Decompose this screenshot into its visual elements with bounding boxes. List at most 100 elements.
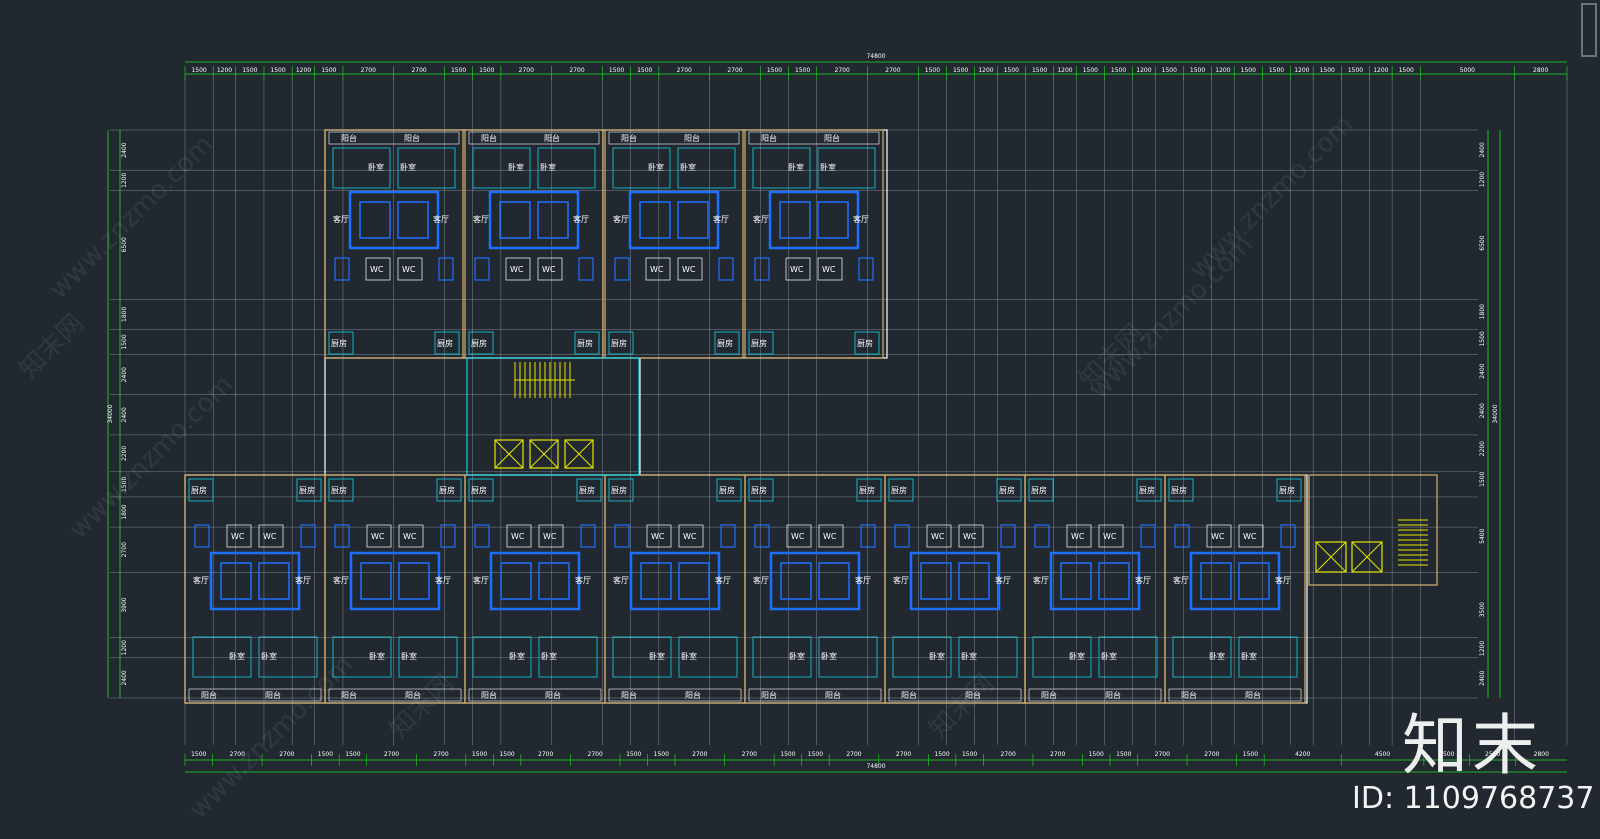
room-label-bedroom: 卧室 <box>789 651 805 661</box>
room-label-bedroom: 卧室 <box>821 651 837 661</box>
dim-bottom-segment: 2700 <box>1001 751 1016 758</box>
unit-wall <box>464 474 606 704</box>
dining-table <box>614 524 630 548</box>
room-label-bedroom: 卧室 <box>508 162 524 172</box>
watermark-text: www.znzmo.com <box>64 370 239 545</box>
dining-table <box>474 257 490 281</box>
dim-bottom-segment: 1500 <box>318 751 333 758</box>
apartment-unit: 阳台 阳台卧室 卧室客厅 客厅WC WC厨房 厨房 <box>1024 474 1166 704</box>
dim-top-segment: 1500 <box>1083 67 1098 74</box>
room-label-wc: WC <box>1211 532 1225 541</box>
dining-table <box>580 524 596 548</box>
living-furniture <box>348 190 440 250</box>
room-label-living: 客厅 <box>893 575 909 585</box>
room-label-kitchen: 厨房 <box>577 338 593 348</box>
room-label-kitchen: 厨房 <box>471 338 487 348</box>
dim-right-segment: 6500 <box>1479 235 1486 250</box>
dim-left-segment: 2400 <box>121 407 128 422</box>
dim-right-segment: 2200 <box>1479 441 1486 456</box>
dim-overall-top: 74800 <box>866 53 885 60</box>
dining-table <box>894 524 910 548</box>
sofa-icon <box>817 201 849 239</box>
room-label-living: 客厅 <box>573 214 589 224</box>
dim-left-segment: 3900 <box>121 597 128 612</box>
apartment-units: 阳台 阳台卧室 卧室客厅 客厅WC WC厨房 厨房阳台 阳台卧室 卧室客厅 客厅WC WC厨房 厨房… <box>184 129 1306 704</box>
dining-table <box>440 524 456 548</box>
room-label-wc: WC <box>682 265 696 274</box>
dim-top-segment: 1500 <box>1241 67 1256 74</box>
room-label-living: 客厅 <box>333 214 349 224</box>
room-label-balcony: 阳台 <box>761 690 777 700</box>
dim-bottom-segment: 2700 <box>588 751 603 758</box>
apartment-unit: 阳台 阳台卧室 卧室客厅 客厅WC WC厨房 厨房 <box>744 129 884 359</box>
dim-top-segment: 2700 <box>361 67 376 74</box>
room-label-wc: WC <box>931 532 945 541</box>
room-label-balcony: 阳台 <box>621 690 637 700</box>
room-label-kitchen: 厨房 <box>751 485 767 495</box>
room-label-balcony: 阳台 <box>621 133 637 143</box>
room-label-living: 客厅 <box>435 575 451 585</box>
dim-bottom-segment: 2700 <box>1155 751 1170 758</box>
dim-top-segment: 1200 <box>1136 67 1151 74</box>
apartment-unit: 阳台 阳台卧室 卧室客厅 客厅WC WC厨房 厨房 <box>604 129 744 359</box>
dim-left-total: 34000 <box>107 404 114 423</box>
dim-bottom-segment: 2700 <box>538 751 553 758</box>
dim-top-segment: 1500 <box>1004 67 1019 74</box>
room-label-kitchen: 厨房 <box>1031 485 1047 495</box>
room-label-balcony: 阳台 <box>824 133 840 143</box>
dim-bottom-segment: 2700 <box>279 751 294 758</box>
room-label-bedroom: 卧室 <box>820 162 836 172</box>
dim-bottom-segment: 1500 <box>962 751 977 758</box>
sofa-icon <box>640 562 672 600</box>
dining-table <box>1000 524 1016 548</box>
dim-bottom-segment: 1500 <box>1243 751 1258 758</box>
room-label-living: 客厅 <box>613 575 629 585</box>
room-label-kitchen: 厨房 <box>1171 485 1187 495</box>
sofa-icon <box>398 562 430 600</box>
living-furniture <box>768 190 860 250</box>
room-label-kitchen: 厨房 <box>751 338 767 348</box>
dim-right-segment: 1200 <box>1479 641 1486 656</box>
dim-right-segment: 1200 <box>1479 172 1486 187</box>
dim-top-segment: 1500 <box>242 67 257 74</box>
elevator-car <box>564 439 594 469</box>
room-label-kitchen: 厨房 <box>331 338 347 348</box>
room-label-wc: WC <box>371 532 385 541</box>
watermark-cn: 知末网 <box>924 669 1000 745</box>
room-label-wc: WC <box>370 265 384 274</box>
room-label-kitchen: 厨房 <box>331 485 347 495</box>
sofa-icon <box>500 562 532 600</box>
dim-top-segment: 1500 <box>1320 67 1335 74</box>
room-label-wc: WC <box>1103 532 1117 541</box>
dim-right-segment: 2400 <box>1479 142 1486 157</box>
living-furniture <box>488 190 580 250</box>
sofa-icon <box>397 201 429 239</box>
dim-left-segment: 2400 <box>121 142 128 157</box>
building-outline <box>184 129 1308 704</box>
dim-right-segment: 1500 <box>1479 471 1486 486</box>
dim-bottom-segment: 2700 <box>1050 751 1065 758</box>
room-label-balcony: 阳台 <box>1041 690 1057 700</box>
room-label-wc: WC <box>403 532 417 541</box>
room-label-wc: WC <box>823 532 837 541</box>
room-label-wc: WC <box>963 532 977 541</box>
elevator-car <box>529 439 559 469</box>
dim-top-segment: 1500 <box>609 67 624 74</box>
dim-top-segment: 1200 <box>1294 67 1309 74</box>
room-label-bedroom: 卧室 <box>368 162 384 172</box>
dining-table <box>1174 524 1190 548</box>
unit-wall <box>744 129 884 359</box>
room-label-living: 客厅 <box>433 214 449 224</box>
room-label-bedroom: 卧室 <box>400 162 416 172</box>
watermark-cn: 知末网 <box>384 669 460 745</box>
dim-left-segment: 2400 <box>121 670 128 685</box>
dim-right-segment: 1500 <box>1479 331 1486 346</box>
room-label-kitchen: 厨房 <box>1139 485 1155 495</box>
sofa-icon <box>538 562 570 600</box>
dining-table <box>860 524 876 548</box>
room-label-wc: WC <box>650 265 664 274</box>
living-furniture <box>209 551 301 611</box>
dim-left-segment: 1800 <box>121 306 128 321</box>
dim-left-segment: 1500 <box>121 334 128 349</box>
room-label-living: 客厅 <box>855 575 871 585</box>
